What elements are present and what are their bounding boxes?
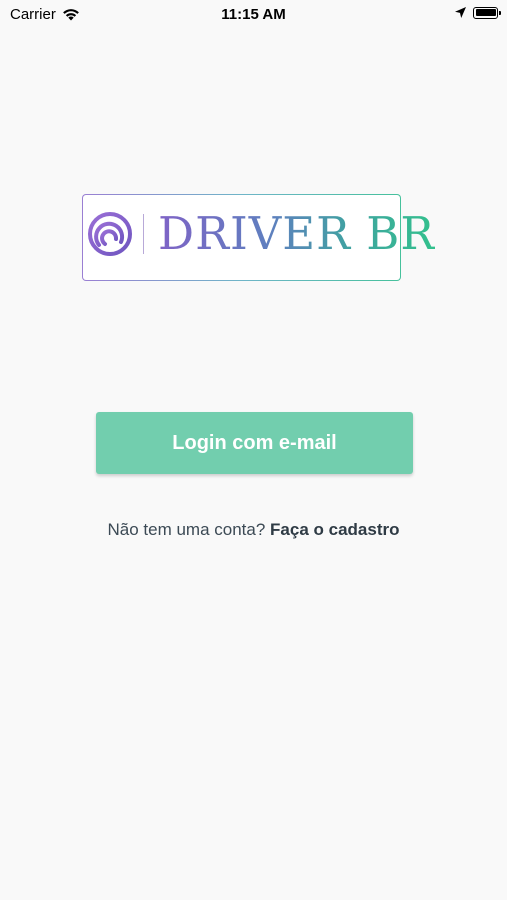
login-email-button[interactable]: Login com e-mail <box>96 412 413 474</box>
fingerprint-icon <box>88 212 132 256</box>
battery-icon <box>473 6 501 19</box>
status-indicators <box>454 6 501 19</box>
signup-line: Não tem uma conta? Faça o cadastro <box>0 520 507 540</box>
login-email-button-label: Login com e-mail <box>172 431 337 454</box>
signup-prompt: Não tem uma conta? <box>107 520 266 539</box>
status-bar: Carrier 11:15 AM <box>0 0 507 28</box>
login-screen: Carrier 11:15 AM DRIVER BR Login com e-m… <box>0 0 507 900</box>
logo: DRIVER BR <box>86 204 435 264</box>
location-arrow-icon <box>455 7 466 18</box>
signup-link[interactable]: Faça o cadastro <box>270 520 399 539</box>
logo-wordmark: DRIVER BR <box>158 204 435 264</box>
logo-divider <box>143 214 144 254</box>
status-time: 11:15 AM <box>221 6 286 23</box>
